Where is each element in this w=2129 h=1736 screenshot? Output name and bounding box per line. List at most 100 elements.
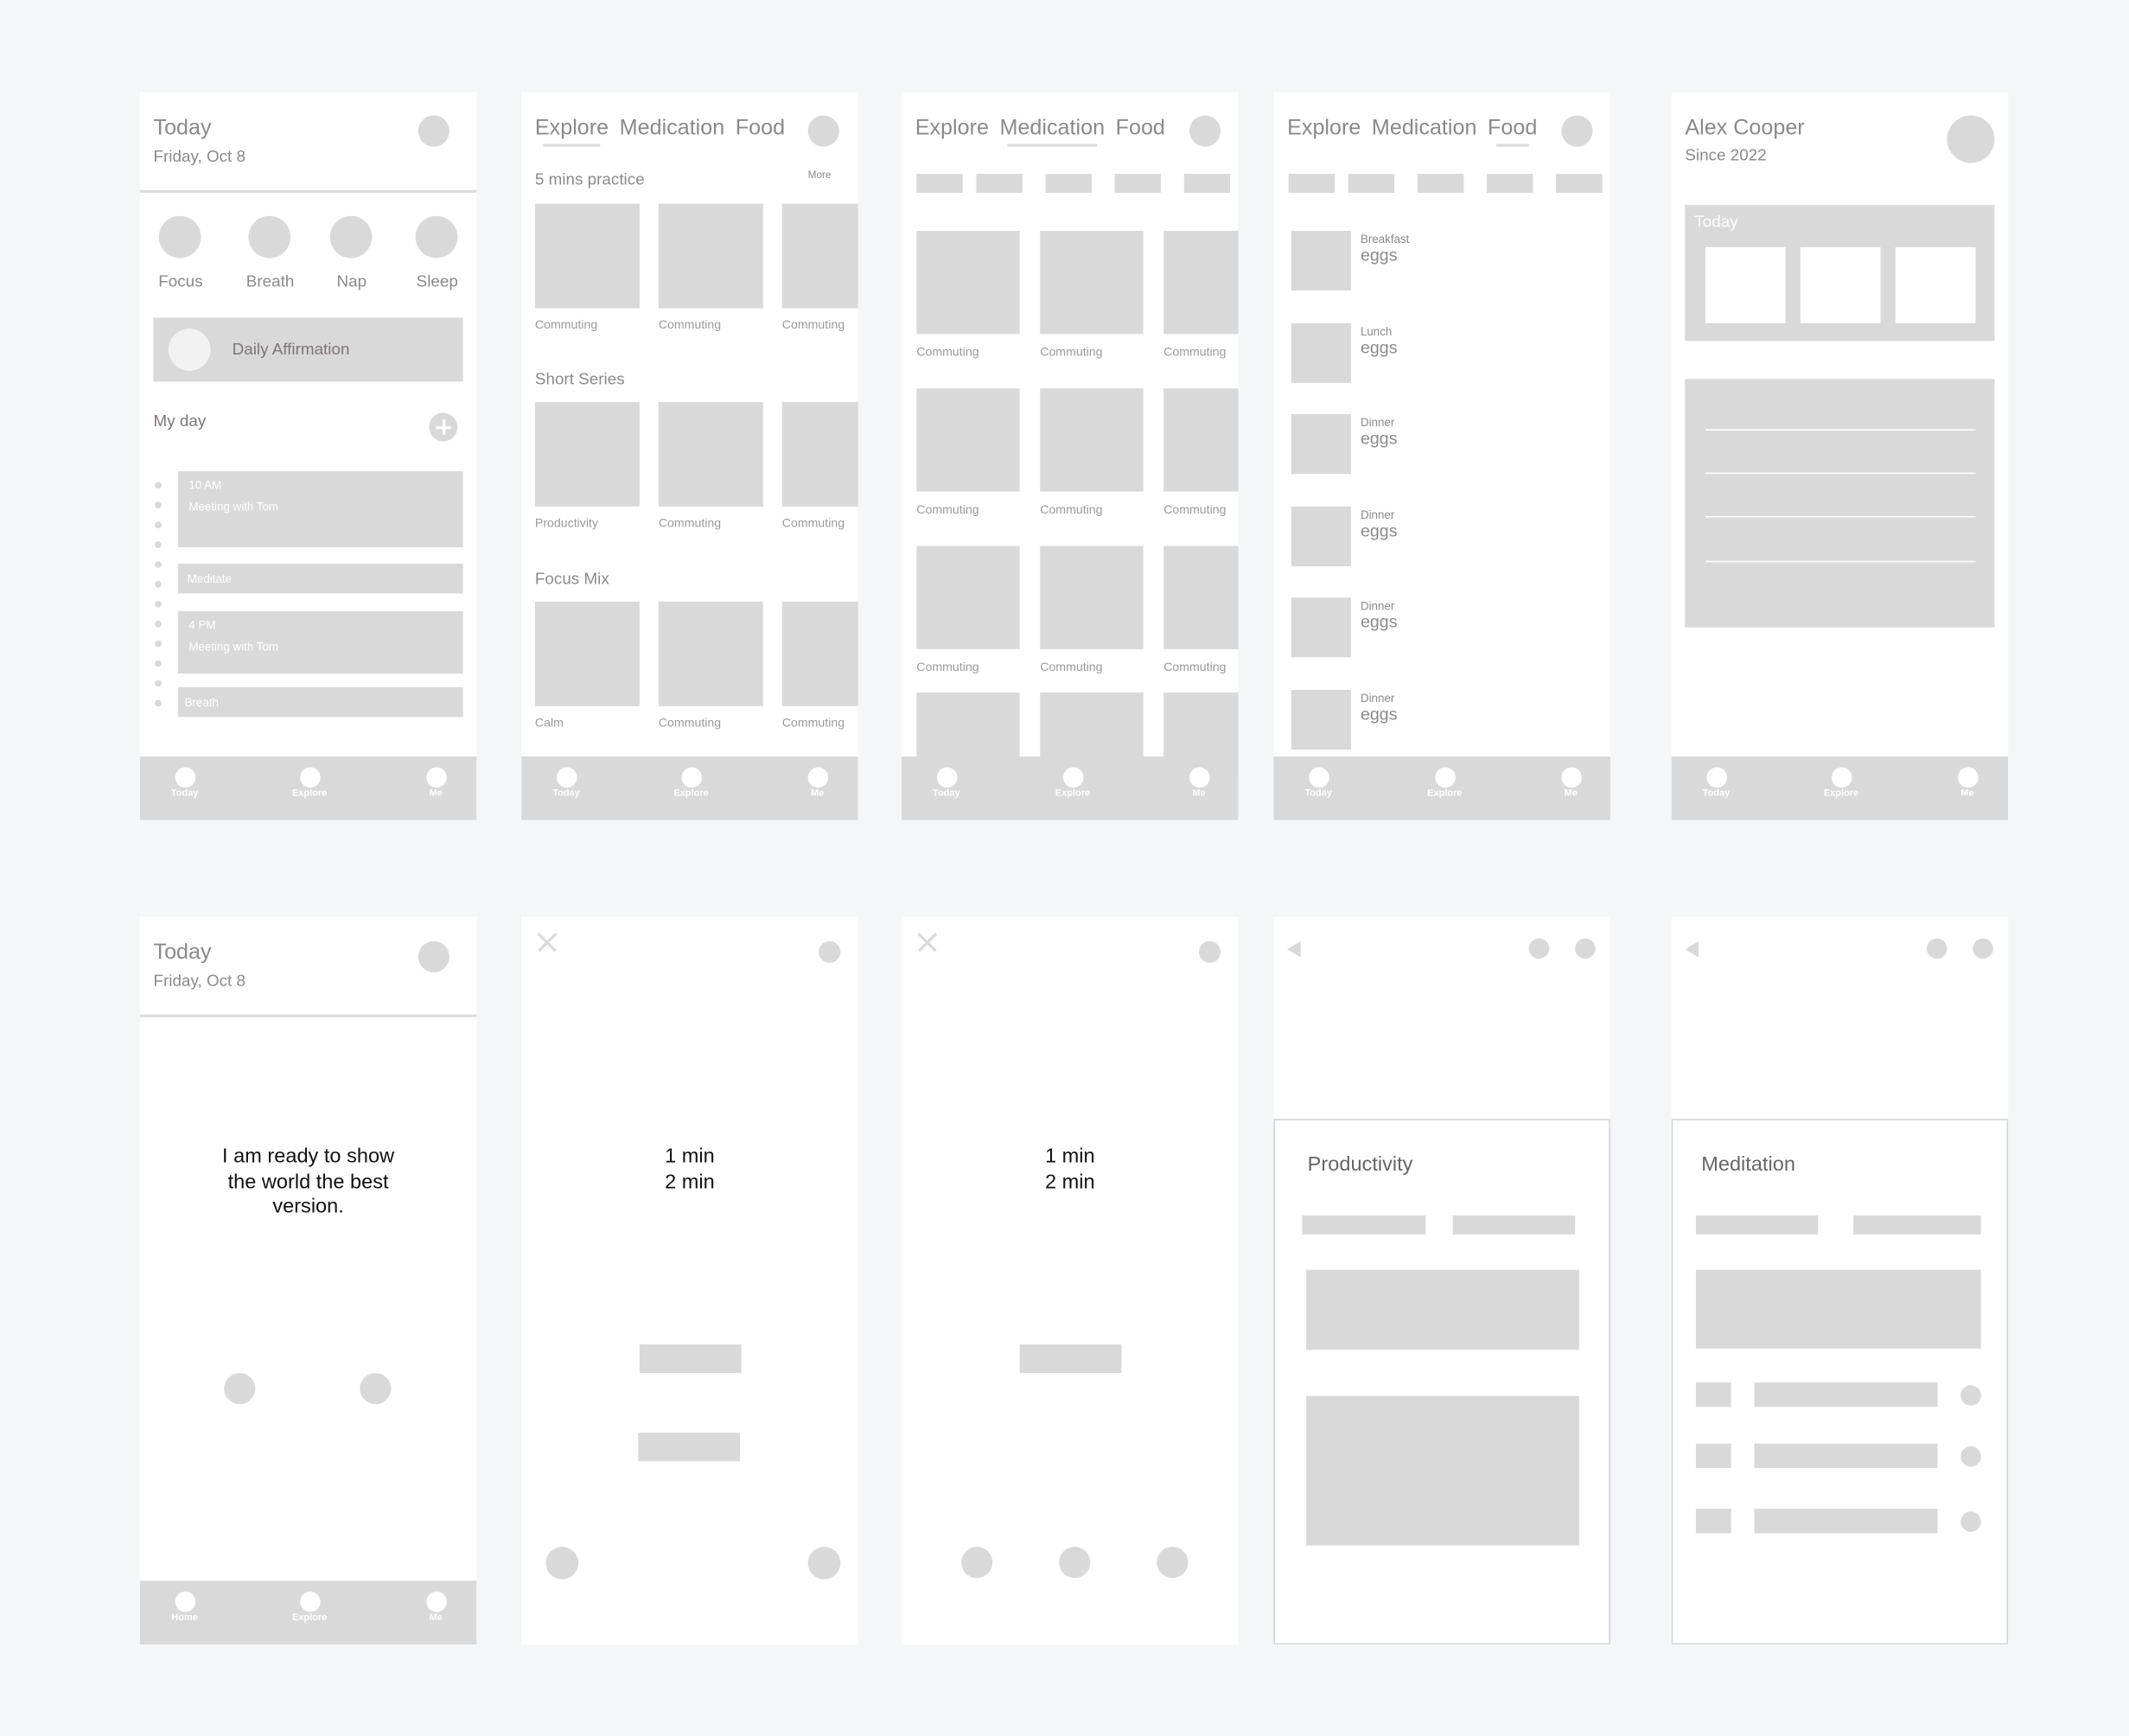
tab-food[interactable]: Food bbox=[1488, 117, 1537, 147]
filter-chip[interactable] bbox=[1556, 174, 1603, 194]
settings-button[interactable] bbox=[1199, 941, 1221, 963]
tab-me[interactable]: Me bbox=[776, 767, 857, 799]
content-card[interactable] bbox=[916, 388, 1020, 492]
quick-action-nap[interactable]: Nap bbox=[329, 215, 373, 290]
quick-action-sleep[interactable]: Sleep bbox=[415, 215, 459, 290]
content-card[interactable] bbox=[534, 401, 640, 507]
share-button[interactable] bbox=[360, 1373, 392, 1405]
filter-chip[interactable] bbox=[1288, 174, 1335, 194]
duration-option-2[interactable]: 2 min bbox=[902, 1171, 1239, 1196]
content-card[interactable] bbox=[1163, 546, 1239, 649]
quick-action-breath[interactable]: Breath bbox=[246, 215, 294, 290]
add-event-button[interactable] bbox=[429, 412, 458, 442]
avatar[interactable] bbox=[807, 115, 839, 147]
content-card[interactable] bbox=[781, 203, 858, 309]
content-card[interactable] bbox=[1040, 231, 1144, 335]
stat-tile[interactable] bbox=[1705, 246, 1786, 323]
content-card[interactable] bbox=[1040, 388, 1144, 492]
share-button[interactable] bbox=[1575, 938, 1596, 959]
filter-chip[interactable] bbox=[1114, 174, 1162, 194]
schedule-item[interactable]: 10 AM Meeting with Tom bbox=[177, 471, 463, 548]
filter-chip[interactable] bbox=[1348, 174, 1395, 194]
like-button[interactable] bbox=[224, 1373, 256, 1405]
track-title-bar[interactable] bbox=[1754, 1382, 1938, 1407]
more-link[interactable]: More bbox=[808, 169, 832, 181]
close-icon[interactable] bbox=[917, 932, 937, 952]
tab-medication[interactable]: Medication bbox=[1000, 117, 1105, 147]
avatar[interactable] bbox=[418, 115, 449, 147]
tab-explore[interactable]: Explore bbox=[1801, 767, 1882, 799]
secondary-button[interactable] bbox=[638, 1433, 741, 1462]
tab-today[interactable]: Today bbox=[1278, 767, 1359, 799]
tab-explore-top[interactable]: Explore bbox=[535, 117, 609, 147]
tab-explore[interactable]: Explore bbox=[1032, 767, 1113, 799]
avatar[interactable] bbox=[1189, 115, 1221, 147]
filter-chip[interactable] bbox=[976, 174, 1023, 194]
filter-chip[interactable] bbox=[1417, 174, 1464, 194]
content-card[interactable] bbox=[1163, 388, 1239, 492]
close-icon[interactable] bbox=[538, 932, 557, 952]
tab-today[interactable]: Today bbox=[906, 767, 987, 799]
filter-chip[interactable] bbox=[1487, 174, 1533, 194]
control-button[interactable] bbox=[807, 1547, 841, 1580]
tab-explore[interactable]: Explore bbox=[1404, 767, 1485, 799]
content-card[interactable] bbox=[658, 203, 763, 309]
control-button[interactable] bbox=[1157, 1547, 1189, 1579]
tab-explore[interactable]: Explore bbox=[269, 1591, 350, 1623]
track-title-bar[interactable] bbox=[1754, 1443, 1938, 1469]
play-button[interactable] bbox=[1960, 1511, 1981, 1532]
share-button[interactable] bbox=[1973, 938, 1993, 959]
stat-tile[interactable] bbox=[1800, 246, 1881, 323]
duration-option-2[interactable]: 2 min bbox=[521, 1171, 858, 1196]
control-button[interactable] bbox=[961, 1547, 993, 1579]
play-button[interactable] bbox=[1960, 1385, 1981, 1406]
tab-explore-top[interactable]: Explore bbox=[1287, 117, 1361, 141]
schedule-item[interactable]: 4 PM Meeting with Tom bbox=[177, 610, 463, 674]
content-card[interactable] bbox=[1163, 231, 1239, 335]
content-card[interactable] bbox=[658, 601, 763, 706]
favorite-button[interactable] bbox=[1528, 938, 1550, 959]
content-card[interactable] bbox=[1040, 546, 1144, 649]
control-button[interactable] bbox=[545, 1547, 579, 1580]
tab-home[interactable]: Home bbox=[144, 1591, 226, 1623]
tab-medication[interactable]: Medication bbox=[1372, 117, 1477, 141]
content-card[interactable] bbox=[534, 203, 640, 309]
schedule-item[interactable]: Breath bbox=[177, 686, 463, 718]
daily-affirmation-button[interactable]: Daily Affirmation bbox=[153, 317, 463, 382]
quick-action-focus[interactable]: Focus bbox=[158, 215, 203, 290]
content-card[interactable] bbox=[781, 601, 858, 706]
start-button[interactable] bbox=[639, 1344, 742, 1374]
tab-food[interactable]: Food bbox=[1116, 117, 1165, 141]
tab-me[interactable]: Me bbox=[1927, 767, 2008, 799]
content-card[interactable] bbox=[658, 401, 763, 507]
media-block[interactable] bbox=[1306, 1269, 1579, 1350]
tab-me[interactable]: Me bbox=[395, 1591, 476, 1623]
avatar[interactable] bbox=[1561, 115, 1593, 147]
tab-me[interactable]: Me bbox=[395, 767, 476, 799]
avatar[interactable] bbox=[1947, 115, 1995, 163]
filter-chip[interactable] bbox=[916, 174, 963, 194]
schedule-item[interactable]: Meditate bbox=[177, 563, 463, 594]
tab-medication[interactable]: Medication bbox=[620, 117, 725, 141]
avatar[interactable] bbox=[418, 941, 449, 973]
stat-tile[interactable] bbox=[1895, 246, 1976, 323]
filter-chip[interactable] bbox=[1045, 174, 1092, 194]
tab-explore[interactable]: Explore bbox=[269, 767, 350, 799]
track-title-bar[interactable] bbox=[1754, 1509, 1938, 1534]
favorite-button[interactable] bbox=[1926, 938, 1947, 959]
tab-explore[interactable]: Explore bbox=[650, 767, 731, 799]
content-card[interactable] bbox=[916, 231, 1020, 335]
content-card[interactable] bbox=[781, 401, 858, 507]
media-block[interactable] bbox=[1695, 1269, 1981, 1349]
settings-button[interactable] bbox=[819, 941, 841, 963]
duration-option-1[interactable]: 1 min bbox=[521, 1145, 858, 1170]
tab-me[interactable]: Me bbox=[1158, 767, 1239, 799]
duration-option-1[interactable]: 1 min bbox=[902, 1145, 1239, 1170]
tab-me[interactable]: Me bbox=[1530, 767, 1610, 799]
content-card[interactable] bbox=[534, 601, 640, 706]
control-button[interactable] bbox=[1059, 1547, 1091, 1579]
back-icon[interactable] bbox=[1685, 941, 1699, 958]
filter-chip[interactable] bbox=[1183, 174, 1231, 194]
media-block[interactable] bbox=[1306, 1395, 1579, 1546]
tab-today[interactable]: Today bbox=[526, 767, 607, 799]
